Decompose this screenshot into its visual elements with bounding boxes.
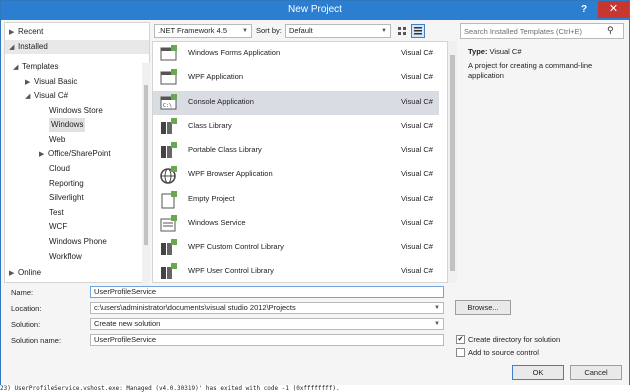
tree-item-web[interactable]: Web (49, 133, 65, 147)
template-row-wpf-application[interactable]: WPF Application Visual C# (153, 66, 439, 90)
tree-item-visual-csharp[interactable]: ◢ Visual C# (25, 89, 68, 103)
tree-item-visual-basic[interactable]: ▶ Visual Basic (25, 75, 77, 89)
tree-item-office-sharepoint[interactable]: ▶ Office/SharePoint (39, 147, 111, 161)
template-tree: ▶ Recent ◢ Installed ◢ Templates ▶ Visual Ba… (4, 22, 150, 299)
template-description: A project for creating a command-line ap… (468, 61, 593, 80)
tree-item-recent[interactable]: ▶ Recent (9, 25, 43, 39)
solution-dropdown[interactable]: Create new solution ▼ (90, 318, 444, 330)
class-library-icon (161, 118, 177, 134)
template-row-wpf-user-control-library[interactable]: WPF User Control Library Visual C# (153, 260, 439, 282)
collapse-arrow-icon: ◢ (25, 93, 31, 100)
small-icons-view-button[interactable] (411, 24, 425, 38)
tree-item-installed[interactable]: ◢ Installed (5, 40, 149, 54)
dialog-title: New Project (288, 4, 342, 15)
console-application-icon: C:\ (160, 94, 177, 110)
tree-item-templates[interactable]: ◢ Templates (13, 60, 58, 74)
framework-dropdown[interactable]: .NET Framework 4.5 ▼ (154, 24, 252, 38)
create-directory-label: Create directory for solution (468, 335, 561, 344)
add-source-control-label: Add to source control (468, 348, 539, 357)
name-label: Name: (11, 288, 34, 297)
tree-item-windows-store[interactable]: Windows Store (49, 104, 103, 118)
tree-item-silverlight[interactable]: Silverlight (49, 191, 84, 205)
sort-by-label: Sort by: (256, 26, 282, 35)
search-templates-input[interactable]: Search Installed Templates (Ctrl+E) ⚲ (460, 23, 624, 39)
tree-item-workflow[interactable]: Workflow (49, 250, 82, 264)
svg-text:C:\: C:\ (163, 103, 172, 109)
template-row-wpf-browser-application[interactable]: WPF Browser Application Visual C# (153, 163, 439, 187)
tree-item-reporting[interactable]: Reporting (49, 177, 84, 191)
location-input[interactable]: c:\users\administrator\documents\visual … (90, 302, 444, 314)
template-row-empty-project[interactable]: Empty Project Visual C# (153, 188, 439, 212)
chevron-down-icon: ▼ (434, 321, 440, 327)
wpf-application-icon (160, 69, 177, 85)
tree-scrollbar[interactable] (142, 63, 150, 299)
tree-item-online[interactable]: ▶ Online (9, 266, 41, 280)
list-view-icon (414, 27, 422, 35)
checkmark-icon: ✔ (457, 336, 464, 343)
custom-control-library-icon (161, 239, 177, 255)
template-row-portable-class-library[interactable]: Portable Class Library Visual C# (153, 139, 439, 163)
collapse-arrow-icon: ◢ (9, 44, 15, 51)
template-row-class-library[interactable]: Class Library Visual C# (153, 115, 439, 139)
location-label: Location: (11, 304, 42, 313)
collapse-arrow-icon: ◢ (13, 64, 19, 71)
expand-arrow-icon: ▶ (9, 29, 15, 36)
sort-dropdown[interactable]: Default ▼ (285, 24, 391, 38)
cancel-button[interactable]: Cancel (570, 365, 622, 380)
template-row-wpf-custom-control-library[interactable]: WPF Custom Control Library Visual C# (153, 236, 439, 260)
globe-icon (160, 166, 177, 184)
expand-arrow-icon: ▶ (9, 270, 15, 277)
empty-project-icon (161, 191, 177, 209)
project-name-input[interactable]: UserProfileService (90, 286, 444, 298)
template-list: Windows Forms Application Visual C# WPF A… (152, 41, 448, 283)
template-row-windows-service[interactable]: Windows Service Visual C# (153, 212, 439, 236)
title-bar: New Project ? ✕ (1, 1, 629, 20)
ok-button[interactable]: OK (512, 365, 564, 380)
medium-icons-view-button[interactable] (396, 24, 409, 38)
solution-label: Solution: (11, 320, 41, 329)
new-project-dialog: New Project ? ✕ ▶ Recent ◢ Installed ◢ Temp… (0, 0, 630, 392)
tree-scroll-thumb[interactable] (144, 85, 148, 245)
tree-item-wcf[interactable]: WCF (49, 220, 67, 234)
output-window-text: 23) UserProfileService.vshost.exe: Manag… (0, 385, 630, 392)
grid-view-icon (398, 27, 406, 35)
portable-class-library-icon (161, 142, 177, 158)
create-directory-checkbox[interactable]: ✔ (456, 335, 465, 344)
chevron-down-icon: ▼ (434, 305, 440, 311)
solution-name-label: Solution name: (11, 336, 62, 345)
template-row-console-application[interactable]: C:\ Console Application Visual C# (153, 91, 439, 115)
expand-arrow-icon: ▶ (25, 79, 31, 86)
tree-item-cloud[interactable]: Cloud (49, 162, 70, 176)
tree-item-test[interactable]: Test (49, 206, 64, 220)
windows-forms-icon (160, 45, 177, 61)
add-source-control-checkbox[interactable] (456, 348, 465, 357)
template-list-scroll-thumb[interactable] (450, 55, 455, 271)
template-row-windows-forms[interactable]: Windows Forms Application Visual C# (153, 42, 439, 66)
solution-name-input[interactable]: UserProfileService (90, 334, 444, 346)
close-button[interactable]: ✕ (598, 1, 629, 18)
windows-service-icon (160, 215, 177, 232)
help-button[interactable]: ? (573, 2, 595, 17)
template-details-panel: Type: Visual C# A project for creating a… (460, 41, 624, 283)
browse-button[interactable]: Browse... (455, 300, 511, 315)
user-control-library-icon (161, 263, 177, 279)
template-list-scrollbar[interactable] (448, 41, 457, 283)
tree-item-windows[interactable]: Windows (49, 118, 86, 132)
chevron-down-icon: ▼ (242, 28, 248, 34)
chevron-down-icon: ▼ (381, 28, 387, 34)
tree-item-windows-phone[interactable]: Windows Phone (49, 235, 107, 249)
expand-arrow-icon: ▶ (39, 151, 45, 158)
search-icon: ⚲ (607, 25, 614, 35)
type-label: Type: (468, 47, 488, 56)
type-value: Visual C# (489, 47, 522, 56)
